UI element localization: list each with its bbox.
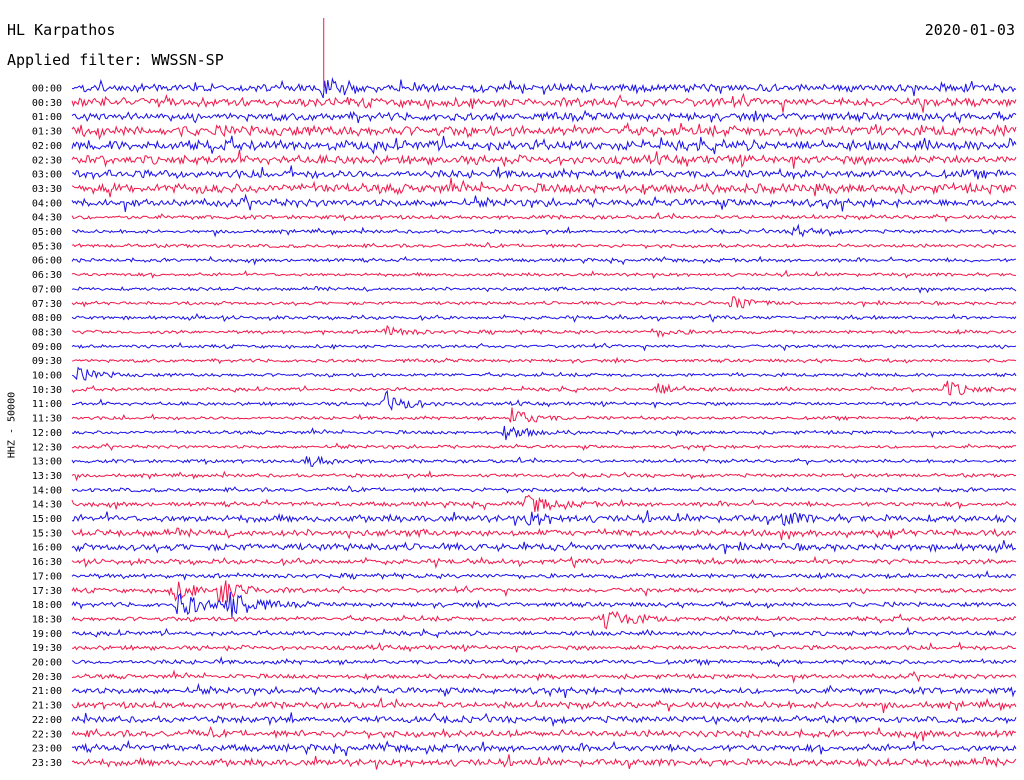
trace-row-2230 bbox=[71, 726, 1017, 742]
trace-row-0100 bbox=[71, 109, 1017, 125]
row-time-label: 12:30 bbox=[32, 442, 62, 453]
row-time-label: 19:00 bbox=[32, 629, 62, 640]
trace-row-2300 bbox=[71, 739, 1017, 757]
trace-row-1500 bbox=[71, 510, 1017, 527]
row-time-label: 20:00 bbox=[32, 658, 62, 669]
row-time-label: 07:30 bbox=[32, 299, 62, 310]
row-time-label: 00:00 bbox=[32, 84, 62, 95]
trace-row-2030 bbox=[71, 669, 1017, 684]
row-time-label: 01:30 bbox=[32, 127, 62, 138]
helicorder-plot: 00:00 00:30 01:00 01:30 02:00 02:30 03:00 03:30… bbox=[32, 18, 1017, 770]
trace-row-0830 bbox=[71, 324, 1017, 339]
row-time-label: 17:00 bbox=[32, 571, 62, 582]
trace-row-0630 bbox=[71, 269, 1016, 279]
row-time-label: 04:00 bbox=[32, 198, 62, 209]
row-time-label: 22:00 bbox=[32, 715, 62, 726]
trace-row-0430 bbox=[71, 211, 1017, 223]
row-time-label: 11:00 bbox=[32, 399, 62, 410]
row-time-label: 14:00 bbox=[32, 485, 62, 496]
row-time-label: 09:30 bbox=[32, 356, 62, 367]
trace-row-2200 bbox=[71, 712, 1017, 728]
trace-row-1530 bbox=[71, 527, 1017, 541]
trace-row-1800 bbox=[71, 591, 1017, 618]
row-time-label: 12:00 bbox=[32, 428, 62, 439]
row-time-label: 20:30 bbox=[32, 672, 62, 683]
row-time-label: 16:30 bbox=[32, 557, 62, 568]
trace-row-0200 bbox=[71, 135, 1017, 155]
trace-row-1030 bbox=[71, 380, 1017, 396]
trace-row-1630 bbox=[71, 555, 1017, 569]
trace-row-0000 bbox=[71, 77, 1017, 99]
row-time-label: 18:30 bbox=[32, 614, 62, 625]
row-time-label: 06:30 bbox=[32, 270, 62, 281]
trace-row-0600 bbox=[71, 255, 1017, 266]
trace-row-1430 bbox=[71, 494, 1017, 513]
row-time-label: 13:30 bbox=[32, 471, 62, 482]
trace-row-0730 bbox=[71, 296, 1017, 309]
trace-row-2100 bbox=[71, 682, 1017, 698]
row-time-label: 10:30 bbox=[32, 385, 62, 396]
row-time-label: 09:00 bbox=[32, 342, 62, 353]
trace-row-0800 bbox=[71, 312, 1017, 323]
row-time-label: 03:00 bbox=[32, 170, 62, 181]
row-time-label: 07:00 bbox=[32, 284, 62, 295]
trace-row-1600 bbox=[71, 540, 1017, 555]
trace-row-0400 bbox=[71, 193, 1017, 212]
trace-row-1100 bbox=[71, 389, 1017, 411]
row-time-label: 01:00 bbox=[32, 112, 62, 123]
row-time-label: 11:30 bbox=[32, 414, 62, 425]
row-time-label: 15:30 bbox=[32, 528, 62, 539]
row-time-label: 08:00 bbox=[32, 313, 62, 324]
row-time-label: 10:00 bbox=[32, 371, 62, 382]
trace-row-0930 bbox=[71, 356, 1017, 365]
row-time-label: 21:00 bbox=[32, 686, 62, 697]
trace-row-1230 bbox=[71, 442, 1017, 452]
trace-row-0030 bbox=[71, 92, 1017, 113]
trace-row-0300 bbox=[71, 165, 1017, 181]
row-time-label: 02:30 bbox=[32, 155, 62, 166]
trace-row-0130 bbox=[71, 121, 1017, 141]
trace-row-0530 bbox=[71, 241, 1017, 250]
trace-row-1400 bbox=[71, 485, 1017, 494]
trace-row-0230 bbox=[71, 149, 1017, 169]
trace-row-0330 bbox=[71, 177, 1017, 198]
row-time-label: 19:30 bbox=[32, 643, 62, 654]
trace-row-0900 bbox=[71, 342, 1017, 352]
trace-row-1130 bbox=[71, 407, 1017, 423]
row-time-label: 04:30 bbox=[32, 213, 62, 224]
trace-row-0500 bbox=[71, 223, 1017, 238]
trace-row-1700 bbox=[71, 570, 1017, 581]
row-time-label: 17:30 bbox=[32, 586, 62, 597]
trace-row-1900 bbox=[71, 626, 1017, 639]
row-time-label: 14:30 bbox=[32, 500, 62, 511]
trace-row-1930 bbox=[71, 641, 1017, 653]
trace-row-1330 bbox=[71, 470, 1017, 482]
row-time-label: 21:30 bbox=[32, 701, 62, 712]
row-time-label: 02:00 bbox=[32, 141, 62, 152]
row-time-label: 16:00 bbox=[32, 543, 62, 554]
row-time-label: 05:00 bbox=[32, 227, 62, 238]
trace-row-0700 bbox=[71, 285, 1017, 294]
row-time-label: 15:00 bbox=[32, 514, 62, 525]
row-time-label: 03:30 bbox=[32, 184, 62, 195]
row-time-label: 00:30 bbox=[32, 98, 62, 109]
trace-row-2130 bbox=[71, 696, 1017, 714]
row-time-label: 13:00 bbox=[32, 457, 62, 468]
trace-row-2000 bbox=[71, 656, 1017, 668]
trace-row-1000 bbox=[71, 366, 1017, 381]
row-time-label: 06:00 bbox=[32, 256, 62, 267]
trace-row-1830 bbox=[71, 610, 1017, 630]
row-time-label: 18:00 bbox=[32, 600, 62, 611]
row-time-label: 08:30 bbox=[32, 327, 62, 338]
trace-row-1730 bbox=[71, 580, 1017, 603]
trace-row-1200 bbox=[71, 425, 1017, 441]
row-time-label: 05:30 bbox=[32, 241, 62, 252]
row-time-label: 23:00 bbox=[32, 744, 62, 755]
row-time-label: 22:30 bbox=[32, 729, 62, 740]
trace-row-1300 bbox=[71, 455, 1017, 467]
row-time-label: 23:30 bbox=[32, 758, 62, 769]
trace-row-2330 bbox=[71, 754, 1017, 770]
